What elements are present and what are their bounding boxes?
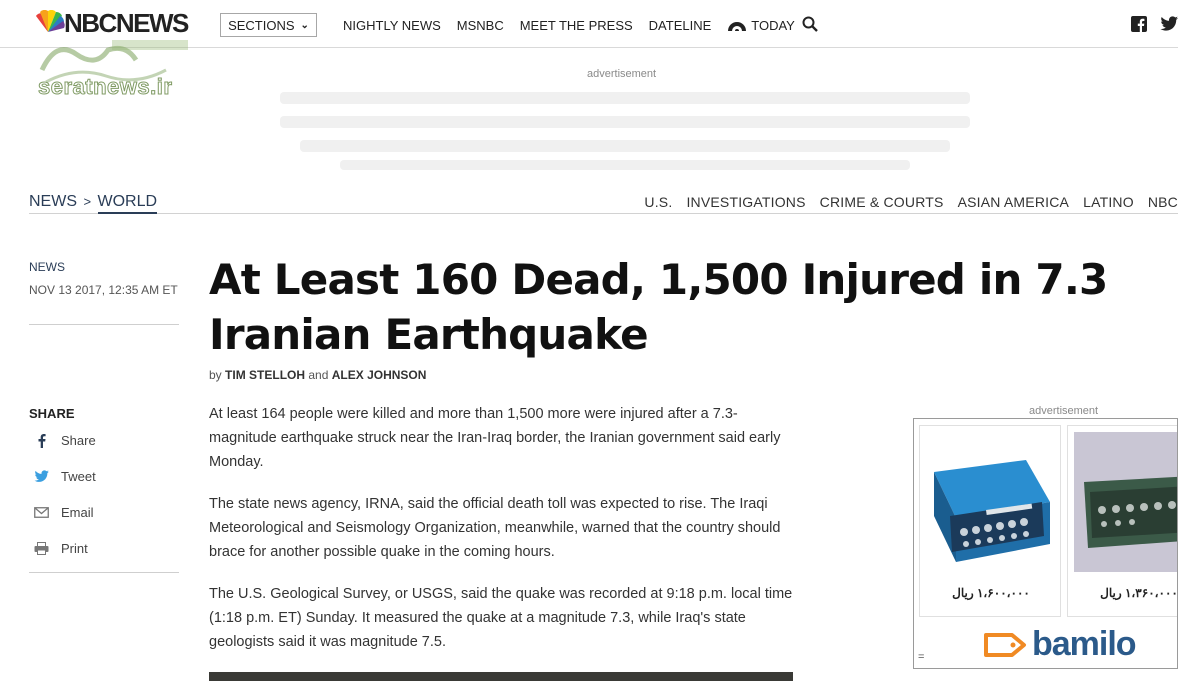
twitter-bird-icon bbox=[33, 468, 49, 484]
share-email-button[interactable]: Email bbox=[33, 504, 94, 520]
article-paragraph-2: The state news agency, IRNA, said the of… bbox=[209, 496, 781, 560]
category-latino[interactable]: LATINO bbox=[1083, 194, 1134, 210]
article-category[interactable]: NEWS bbox=[29, 260, 65, 274]
printer-icon bbox=[33, 540, 49, 556]
category-nbc-truncated[interactable]: NBC bbox=[1148, 194, 1178, 210]
nav-link-meet-the-press[interactable]: MEET THE PRESS bbox=[520, 18, 633, 33]
category-us[interactable]: U.S. bbox=[644, 194, 672, 210]
nav-link-msnbc[interactable]: MSNBC bbox=[457, 18, 504, 33]
facebook-icon[interactable] bbox=[1131, 16, 1147, 32]
byline-by: by bbox=[209, 368, 222, 382]
twitter-icon[interactable] bbox=[1160, 16, 1178, 32]
facebook-f-icon bbox=[33, 432, 49, 448]
category-crime-courts[interactable]: CRIME & COURTS bbox=[820, 194, 944, 210]
category-links: U.S. INVESTIGATIONS CRIME & COURTS ASIAN… bbox=[644, 194, 1178, 210]
breadcrumb: NEWS > WORLD bbox=[29, 193, 158, 214]
share-twitter-button[interactable]: Tweet bbox=[33, 468, 96, 484]
price-tag-icon bbox=[984, 632, 1026, 657]
nav-link-nightly-news[interactable]: NIGHTLY NEWS bbox=[343, 18, 441, 33]
breadcrumb-world[interactable]: WORLD bbox=[97, 193, 158, 214]
byline-and: and bbox=[308, 368, 329, 382]
chevron-down-icon: ⌄ bbox=[300, 19, 309, 31]
article-paragraph-3: The U.S. Geological Survey, or USGS, sai… bbox=[209, 586, 793, 650]
today-label: TODAY bbox=[751, 18, 795, 33]
ad-product-2-price: ۱،۳۶۰،۰۰۰ ریال bbox=[1100, 586, 1178, 600]
share-heading: SHARE bbox=[29, 406, 75, 421]
sunrise-icon bbox=[728, 21, 747, 31]
author-link-1[interactable]: TIM STELLOH bbox=[225, 368, 305, 382]
ad-product-2[interactable]: ۱،۳۶۰،۰۰۰ ریال bbox=[1067, 425, 1178, 617]
advertisement-banner[interactable] bbox=[260, 84, 990, 174]
primary-nav-links: NIGHTLY NEWS MSNBC MEET THE PRESS DATELI… bbox=[343, 18, 795, 33]
green-toolbox-image bbox=[1074, 432, 1177, 572]
meta-divider bbox=[29, 324, 179, 325]
watermark-domain: seratnews.ir bbox=[37, 74, 173, 100]
breadcrumb-news[interactable]: NEWS bbox=[29, 193, 77, 210]
section-bar: NEWS > WORLD U.S. INVESTIGATIONS CRIME &… bbox=[29, 192, 1178, 214]
share-facebook-button[interactable]: Share bbox=[33, 432, 96, 448]
print-label: Print bbox=[61, 540, 88, 556]
sections-label: SECTIONS bbox=[228, 17, 295, 33]
bamilo-wordmark: bamilo bbox=[1032, 625, 1137, 663]
article-date: NOV 13 2017, 12:35 AM ET bbox=[29, 283, 178, 297]
article-byline: by TIM STELLOH and ALEX JOHNSON bbox=[209, 368, 426, 382]
article-headline: At Least 160 Dead, 1,500 Injured in 7.3 … bbox=[209, 255, 1108, 359]
share-facebook-label: Share bbox=[61, 432, 96, 448]
nav-link-today[interactable]: TODAY bbox=[727, 18, 795, 33]
bamilo-logo[interactable]: bamilo bbox=[982, 625, 1137, 664]
side-advertisement[interactable]: ۱،۶۰۰،۰۰۰ ریال ۱،۳۶۰،۰۰۰ ریال bamilo = bbox=[913, 418, 1178, 669]
category-asian-america[interactable]: ASIAN AMERICA bbox=[958, 194, 1070, 210]
share-divider bbox=[29, 572, 179, 573]
ad-label-top: advertisement bbox=[587, 68, 657, 80]
search-icon[interactable] bbox=[802, 16, 818, 32]
print-button[interactable]: Print bbox=[33, 540, 88, 556]
blue-toolbox-image bbox=[934, 460, 1050, 562]
article-paragraph-1: At least 164 people were killed and more… bbox=[209, 406, 781, 470]
share-twitter-label: Tweet bbox=[61, 468, 96, 484]
share-email-label: Email bbox=[61, 504, 94, 520]
author-link-2[interactable]: ALEX JOHNSON bbox=[332, 368, 427, 382]
ad-product-1[interactable]: ۱،۶۰۰،۰۰۰ ریال bbox=[919, 425, 1061, 617]
sections-dropdown-button[interactable]: SECTIONS ⌄ bbox=[220, 13, 317, 37]
breadcrumb-separator: > bbox=[83, 194, 92, 209]
envelope-icon bbox=[33, 504, 49, 520]
ad-product-1-price: ۱،۶۰۰،۰۰۰ ریال bbox=[952, 586, 1030, 600]
article-image bbox=[209, 672, 793, 681]
ad-choices-mark[interactable]: = bbox=[918, 651, 924, 663]
category-investigations[interactable]: INVESTIGATIONS bbox=[686, 194, 805, 210]
nav-link-dateline[interactable]: DATELINE bbox=[649, 18, 712, 33]
ad-label-side: advertisement bbox=[1029, 405, 1099, 417]
